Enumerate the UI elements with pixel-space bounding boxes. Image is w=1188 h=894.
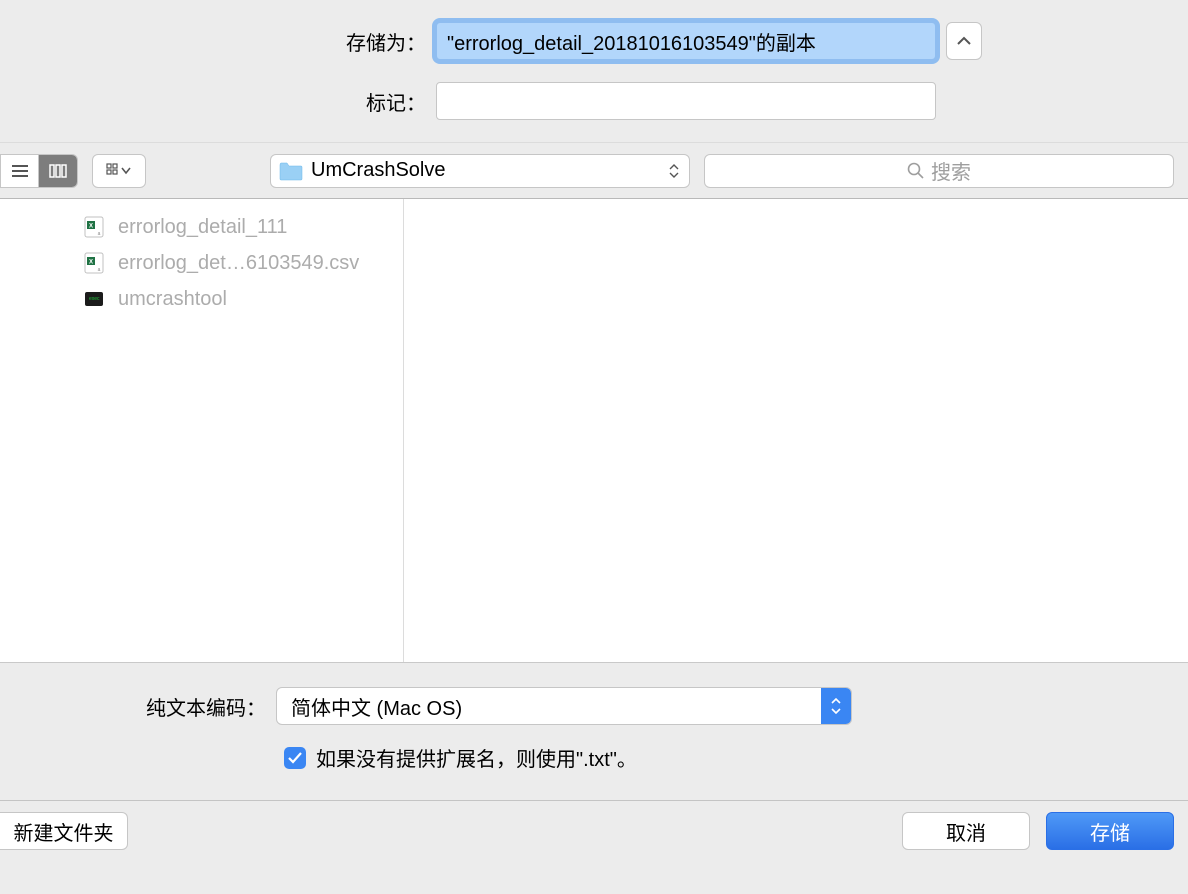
group-by-button[interactable] bbox=[92, 154, 146, 188]
group-icon bbox=[106, 163, 132, 179]
dialog-footer: 新建文件夹 取消 存储 bbox=[0, 801, 1188, 861]
location-stepper-icon bbox=[669, 164, 679, 178]
save-as-label: 存储为： bbox=[206, 27, 426, 56]
list-item[interactable]: X a errorlog_detail_111 bbox=[82, 209, 397, 245]
cancel-label: 取消 bbox=[946, 817, 986, 846]
use-txt-extension-row: 如果没有提供扩展名，则使用".txt"。 bbox=[0, 743, 1188, 772]
list-view-icon bbox=[10, 163, 30, 179]
search-icon bbox=[907, 162, 925, 180]
svg-text:X: X bbox=[89, 260, 93, 266]
excel-doc-icon: X a bbox=[82, 215, 106, 239]
file-name: errorlog_det…6103549.csv bbox=[118, 252, 359, 275]
collapse-button[interactable] bbox=[946, 22, 982, 60]
save-as-input[interactable] bbox=[436, 22, 936, 60]
use-txt-checkbox[interactable] bbox=[284, 747, 306, 769]
toolbar: UmCrashSolve 搜索 bbox=[0, 143, 1188, 199]
text-encoding-row: 纯文本编码： 简体中文 (Mac OS) bbox=[0, 687, 1188, 725]
excel-csv-icon: X a bbox=[82, 251, 106, 275]
popup-stepper-icon bbox=[821, 688, 851, 724]
check-icon bbox=[288, 752, 302, 764]
save-as-row: 存储为： bbox=[206, 22, 982, 60]
svg-text:X: X bbox=[89, 224, 93, 230]
file-name: errorlog_detail_111 bbox=[118, 216, 287, 239]
column-1[interactable]: X a errorlog_detail_111 X a errorlog_det… bbox=[0, 199, 404, 662]
svg-text:a: a bbox=[98, 231, 101, 237]
list-item[interactable]: X a errorlog_det…6103549.csv bbox=[82, 245, 397, 281]
save-options: 纯文本编码： 简体中文 (Mac OS) 如果没有提供扩展名，则使用".txt"… bbox=[0, 663, 1188, 801]
file-name: umcrashtool bbox=[118, 288, 227, 311]
use-txt-label: 如果没有提供扩展名，则使用".txt"。 bbox=[316, 743, 637, 772]
text-encoding-popup[interactable]: 简体中文 (Mac OS) bbox=[276, 687, 852, 725]
tags-label: 标记： bbox=[206, 87, 426, 116]
tags-row: 标记： bbox=[206, 82, 982, 120]
svg-text:exec: exec bbox=[89, 296, 100, 302]
new-folder-button[interactable]: 新建文件夹 bbox=[0, 812, 128, 850]
save-label: 存储 bbox=[1090, 817, 1130, 846]
search-placeholder: 搜索 bbox=[931, 156, 971, 185]
chevron-up-icon bbox=[957, 36, 971, 46]
column-2[interactable] bbox=[404, 199, 808, 662]
search-field[interactable]: 搜索 bbox=[704, 154, 1174, 188]
view-list-button[interactable] bbox=[1, 155, 39, 187]
save-dialog-header: 存储为： 标记： bbox=[0, 0, 1188, 143]
cancel-button[interactable]: 取消 bbox=[902, 812, 1030, 850]
list-item[interactable]: exec umcrashtool bbox=[82, 281, 397, 317]
columns-view-icon bbox=[48, 163, 68, 179]
view-columns-button[interactable] bbox=[39, 155, 77, 187]
save-button[interactable]: 存储 bbox=[1046, 812, 1174, 850]
tags-input[interactable] bbox=[436, 82, 936, 120]
new-folder-label: 新建文件夹 bbox=[14, 817, 114, 846]
text-encoding-value: 简体中文 (Mac OS) bbox=[277, 688, 821, 724]
text-encoding-label: 纯文本编码： bbox=[0, 692, 266, 721]
svg-text:a: a bbox=[98, 267, 101, 273]
folder-icon bbox=[279, 161, 303, 181]
file-browser: X a errorlog_detail_111 X a errorlog_det… bbox=[0, 199, 1188, 663]
view-mode-segmented bbox=[0, 154, 78, 188]
exec-icon: exec bbox=[82, 287, 106, 311]
location-name: UmCrashSolve bbox=[311, 159, 661, 182]
location-popup[interactable]: UmCrashSolve bbox=[270, 154, 690, 188]
